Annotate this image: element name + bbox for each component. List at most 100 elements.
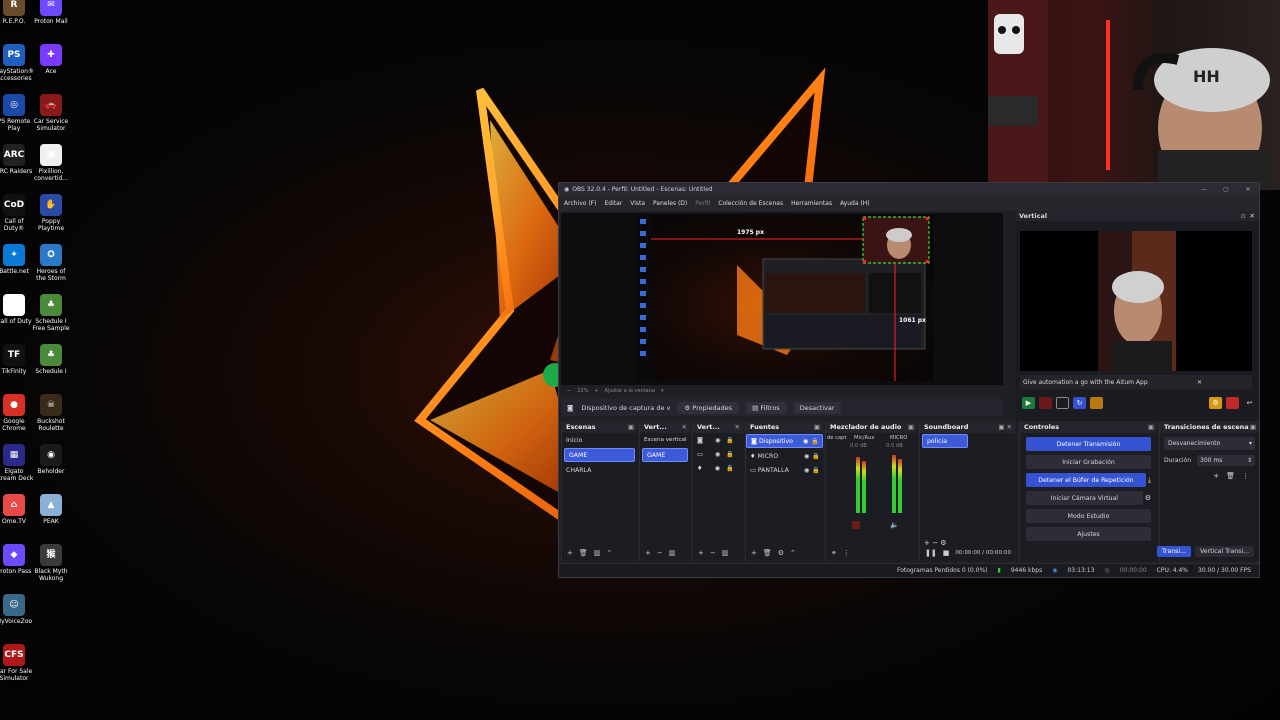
chevron-down-icon[interactable]: ▾ bbox=[661, 388, 664, 394]
download-icon[interactable]: ⤓ bbox=[1148, 476, 1151, 485]
add-icon[interactable]: + bbox=[924, 539, 930, 547]
gear-icon[interactable]: ⚙ bbox=[940, 539, 946, 547]
filter-icon[interactable]: ▥ bbox=[594, 549, 601, 557]
back-icon[interactable]: ↩ bbox=[1243, 397, 1256, 409]
desktop-icon[interactable]: R R.E.P.O. bbox=[0, 0, 34, 25]
vertical-sources-dock[interactable]: Vert... ✕ ◙ ◉ 🔒 ▭ ◉ 🔒 ♦ ◉ 🔒 + − ▥ bbox=[692, 421, 743, 561]
filter-icon[interactable]: ▥ bbox=[722, 549, 729, 557]
source-item[interactable]: ▭ PANTALLA ◉ 🔒 bbox=[746, 463, 823, 477]
transition-select[interactable]: Desvanecimiento ▾ bbox=[1164, 437, 1255, 450]
lock-icon[interactable]: 🔒 bbox=[726, 450, 734, 458]
desktop-icon[interactable]: Call of Duty bbox=[0, 294, 34, 325]
audio-mixer-dock[interactable]: Mezclador de audio ▣ de capt Mic/Aux MICR… bbox=[825, 421, 917, 561]
stop-replay-buffer-button[interactable]: Detener el Búfer de Repetición bbox=[1026, 473, 1146, 487]
scenes-dock[interactable]: Escenas ▣ Inicio GAME CHARLA + 🗑 ▥ ⌃ bbox=[561, 421, 637, 561]
desktop-icon[interactable]: ◉ Beholder bbox=[31, 444, 71, 475]
settings-gear-icon[interactable]: ⚙ bbox=[1209, 397, 1222, 409]
menu-archivo[interactable]: Archivo (F) bbox=[564, 200, 596, 207]
menu-paneles[interactable]: Paneles (D) bbox=[653, 200, 687, 207]
close-icon[interactable]: ✕ bbox=[1237, 186, 1259, 193]
start-virtual-camera-button[interactable]: Iniciar Cámara Virtual bbox=[1026, 491, 1143, 505]
desktop-icon[interactable]: ✦ Battle.net bbox=[0, 244, 34, 275]
desktop-icon[interactable]: ♣ Schedule I Free Sample bbox=[31, 294, 71, 332]
transitions-dock[interactable]: Transiciones de escena ▣ Desvanecimiento … bbox=[1159, 421, 1259, 561]
preview-canvas[interactable]: 1975 px 1061 px bbox=[637, 215, 933, 381]
desktop-icon[interactable]: ☠ Buckshot Roulette bbox=[31, 394, 71, 432]
eye-icon[interactable]: ◉ bbox=[804, 453, 809, 460]
tab-transitions[interactable]: Transi... bbox=[1157, 546, 1191, 557]
eye-icon[interactable]: ◉ bbox=[804, 467, 809, 474]
menu-ayuda[interactable]: Ayuda (H) bbox=[840, 200, 870, 207]
studio-mode-button[interactable]: Modo Estudio bbox=[1026, 509, 1151, 523]
vertical-panel[interactable]: Vertical ▫ ✕ Give automation a go with t… bbox=[1016, 211, 1259, 421]
lock-icon[interactable]: 🔒 bbox=[812, 466, 820, 474]
dock-menu-icon[interactable]: ▣ bbox=[628, 423, 634, 431]
add-icon[interactable]: + bbox=[567, 549, 573, 557]
vertical-scene-item[interactable]: Escena vertical bbox=[640, 433, 690, 447]
gear-icon[interactable]: ⚙ bbox=[778, 549, 784, 557]
menu-herramientas[interactable]: Herramientas bbox=[791, 200, 832, 207]
sources-dock[interactable]: Fuentes ▣ ◙ Dispositivo ◉ 🔒 ♦ MICRO ◉ 🔒 ▭ PAN… bbox=[745, 421, 823, 561]
filters-button[interactable]: ▤ Filtros bbox=[746, 401, 786, 414]
menu-vista[interactable]: Vista bbox=[630, 200, 645, 207]
close-icon[interactable]: ▣ ✕ bbox=[998, 423, 1012, 431]
remove-icon[interactable]: − bbox=[710, 549, 716, 557]
desktop-icon[interactable]: ▦ Elgato Stream Deck bbox=[0, 444, 34, 482]
dock-menu-icon[interactable]: ▣ bbox=[1148, 423, 1154, 431]
obs-window[interactable]: ◉ OBS 32.0.4 - Perfil: Untitled - Escena… bbox=[558, 182, 1260, 578]
stop-stream-button[interactable]: Detener Transmisión bbox=[1026, 437, 1151, 451]
desktop-icon[interactable]: CoD Call of Duty® bbox=[0, 194, 34, 232]
source-item-selected[interactable]: ◙ Dispositivo ◉ 🔒 bbox=[746, 434, 823, 448]
controls-dock[interactable]: Controles ▣ Detener Transmisión Iniciar G… bbox=[1019, 421, 1157, 561]
fit-window-label[interactable]: Ajustar a la ventana bbox=[605, 388, 655, 394]
more-icon[interactable]: ⋮ bbox=[843, 549, 850, 557]
desktop-icon[interactable]: ● Google Chrome bbox=[0, 394, 34, 432]
sound-item[interactable]: policia bbox=[922, 434, 968, 448]
menu-perfil[interactable]: Perfil bbox=[695, 200, 710, 207]
screenshot-icon[interactable] bbox=[1090, 397, 1103, 409]
scene-item-selected[interactable]: GAME bbox=[564, 448, 635, 462]
more-icon[interactable]: ⋮ bbox=[1242, 472, 1249, 480]
obs-titlebar[interactable]: ◉ OBS 32.0.4 - Perfil: Untitled - Escena… bbox=[559, 183, 1259, 196]
square-icon[interactable] bbox=[1056, 397, 1069, 409]
minimize-icon[interactable]: — bbox=[1193, 186, 1215, 193]
record-icon[interactable] bbox=[1039, 397, 1052, 409]
vertical-source-row[interactable]: ◙ ◉ 🔒 bbox=[693, 433, 743, 447]
properties-button[interactable]: ⚙ Propiedades bbox=[678, 401, 739, 414]
close-icon[interactable]: ✕ bbox=[1197, 379, 1202, 386]
speaker-icon[interactable]: 🔈 bbox=[890, 521, 899, 529]
close-icon[interactable]: ✕ bbox=[682, 423, 687, 431]
desktop-icon[interactable]: ✪ Heroes of the Storm bbox=[31, 244, 71, 282]
vertical-source-row[interactable]: ♦ ◉ 🔒 bbox=[693, 461, 743, 475]
remove-icon[interactable]: − bbox=[932, 539, 938, 547]
desktop-icon[interactable]: TF TikFinity bbox=[0, 344, 34, 375]
add-icon[interactable]: + bbox=[751, 549, 757, 557]
lock-icon[interactable]: 🔒 bbox=[811, 437, 819, 445]
desktop-icon[interactable]: ARC ARC Raiders bbox=[0, 144, 34, 175]
trash-icon[interactable]: 🗑 bbox=[579, 549, 588, 557]
settings-button[interactable]: Ajustes bbox=[1026, 527, 1151, 541]
eye-icon[interactable]: ◉ bbox=[715, 465, 720, 472]
link-icon[interactable]: ⚭ bbox=[831, 549, 837, 557]
lock-icon[interactable]: 🔒 bbox=[726, 464, 734, 472]
desktop-icon[interactable]: ◆ Proton Pass bbox=[0, 544, 34, 575]
stop-icon[interactable]: ■ bbox=[943, 549, 950, 557]
gear-icon[interactable]: ⚙ bbox=[1145, 494, 1151, 502]
desktop-icon[interactable]: ◎ PS Remote Play bbox=[0, 94, 34, 132]
desktop-icon[interactable]: CFS Car For Sale Simulator bbox=[0, 644, 34, 682]
deactivate-button[interactable]: Desactivar bbox=[793, 401, 841, 414]
replay-icon[interactable]: ↻ bbox=[1073, 397, 1086, 409]
add-icon[interactable]: + bbox=[698, 549, 704, 557]
maximize-icon[interactable]: ▢ bbox=[1215, 186, 1237, 193]
vertical-source-row[interactable]: ▭ ◉ 🔒 bbox=[693, 447, 743, 461]
desktop-icon[interactable]: ⌂ Ome.TV bbox=[0, 494, 34, 525]
vertical-scenes-dock[interactable]: Vert... ✕ Escena vertical GAME + − ▥ bbox=[639, 421, 690, 561]
desktop-icon[interactable]: PS PlayStation® Accessories bbox=[0, 44, 34, 82]
duration-input[interactable]: 300 ms ⇕ bbox=[1197, 455, 1255, 466]
add-icon[interactable]: + bbox=[1213, 472, 1219, 480]
scene-item[interactable]: Inicio bbox=[562, 433, 637, 447]
desktop-icon[interactable]: ▣ Pixillion, convertid... bbox=[31, 144, 71, 182]
dock-menu-icon[interactable]: ▣ bbox=[1250, 423, 1256, 431]
undock-icon[interactable]: ▫ bbox=[1241, 212, 1245, 220]
close-icon[interactable]: ✕ bbox=[1250, 212, 1255, 220]
